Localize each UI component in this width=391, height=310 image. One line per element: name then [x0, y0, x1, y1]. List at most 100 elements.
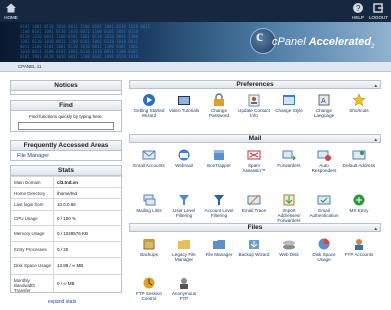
contact-icon	[248, 94, 260, 107]
mail-header[interactable]: Mail ▴	[129, 134, 381, 143]
stat-key: Home Directory	[14, 191, 46, 196]
help-icon[interactable]: ?	[352, 2, 364, 14]
backup-wizard-button[interactable]: Backup Wizard	[237, 237, 271, 257]
change-language-button[interactable]: A Change Language	[307, 93, 341, 118]
notices-panel: Notices	[10, 80, 122, 95]
find-input[interactable]	[18, 122, 114, 130]
svg-text:?: ?	[356, 4, 361, 13]
stat-value: 0 / ∞ MB	[57, 281, 75, 286]
item-label: Forwarders	[277, 163, 301, 168]
logout-icon[interactable]	[372, 2, 384, 14]
anonymous-ftp-icon	[180, 278, 188, 289]
email-trace-button[interactable]: Email Trace	[237, 193, 271, 213]
style-icon	[283, 95, 295, 105]
stat-key: CPU Usage	[14, 216, 38, 221]
web-disk-button[interactable]: Web Disk	[272, 237, 306, 257]
collapse-icon[interactable]: ▴	[374, 136, 377, 144]
ftp-session-control-button[interactable]: FTP Session Control	[132, 276, 166, 301]
logo-accent: Accelerated	[308, 36, 372, 48]
stat-value: 13.89 / ∞ MB	[57, 263, 84, 268]
logo-sub: 2	[371, 44, 375, 51]
logout-link[interactable]: LOGOUT	[366, 15, 391, 20]
frequent-panel: Frequently Accessed Areas File Manager	[10, 140, 122, 161]
home-link[interactable]: HOME	[1, 15, 21, 20]
backups-button[interactable]: Backups	[132, 237, 166, 257]
getting-started-wizard-button[interactable]: Getting Started Wizard	[132, 93, 166, 118]
find-panel: Find Find functions quickly by typing he…	[10, 100, 122, 132]
forwarders-icon	[282, 150, 296, 161]
logo-wordmark: cPanel Accelerated2	[272, 36, 374, 50]
item-label: Mailing Lists	[136, 208, 162, 213]
stat-value: 10.0.0.66	[57, 202, 76, 207]
item-label: Backup Wizard	[238, 252, 270, 257]
header-banner: 0101 1001 0110 1010 0011 1100 0101 1001 …	[0, 22, 391, 62]
item-label: Update Contact Info	[238, 108, 270, 119]
import-addresses-button[interactable]: Import Addresses/ Forwarders	[272, 193, 306, 224]
stat-row: CPU Usage 0 / 100 %	[11, 210, 123, 225]
preferences-title: Preferences	[236, 81, 274, 88]
collapse-icon[interactable]: ▴	[374, 225, 377, 233]
item-label: Shortcuts	[349, 108, 369, 113]
item-label: FTP Session Control	[135, 291, 163, 302]
item-label: User Level Filtering	[173, 208, 195, 219]
change-password-button[interactable]: Change Password	[202, 93, 236, 118]
item-label: Default Address	[342, 163, 376, 168]
email-accounts-button[interactable]: Email Accounts	[132, 148, 166, 168]
shortcuts-icon	[352, 93, 366, 107]
mailing-lists-button[interactable]: Mailing Lists	[132, 193, 166, 213]
item-label: Email Trace	[241, 208, 267, 213]
anonymous-ftp-button[interactable]: Anonymous FTP	[167, 276, 201, 301]
item-label: Auto Responders	[311, 163, 337, 174]
item-label: Webmail	[175, 163, 193, 168]
spam-assassin-icon	[247, 150, 261, 160]
wizard-icon	[143, 94, 155, 106]
item-label: Account Level Filtering	[204, 208, 234, 219]
update-contact-info-button[interactable]: Update Contact Info	[237, 93, 271, 118]
theme-label: CPANEL 11	[18, 64, 42, 69]
stat-value: /home/tnd	[57, 191, 78, 196]
email-authentication-button[interactable]: Email Authentication	[307, 193, 341, 218]
account-level-filtering-button[interactable]: Account Level Filtering	[202, 193, 236, 218]
legacy-file-manager-button[interactable]: Legacy File Manager	[167, 237, 201, 262]
item-label: Backups	[140, 252, 158, 257]
user-level-filtering-button[interactable]: User Level Filtering	[167, 193, 201, 218]
mx-entry-button[interactable]: MX Entry	[342, 193, 376, 213]
change-style-button[interactable]: Change Style	[272, 93, 306, 113]
help-link[interactable]: HELP	[348, 15, 368, 20]
disk-usage-icon	[318, 238, 330, 250]
stat-row: Monthly Bandwidth Transfer 0 / ∞ MB	[11, 274, 123, 293]
files-header[interactable]: Files ▴	[129, 223, 381, 232]
disk-space-usage-button[interactable]: Disk Space Usage	[307, 237, 341, 262]
expand-stats-link[interactable]: expand stats	[48, 299, 76, 305]
item-label: BoxTrapper	[207, 163, 231, 168]
user-filter-icon	[179, 195, 189, 205]
stat-row: Home Directory /home/tnd	[11, 187, 123, 198]
video-tutorials-button[interactable]: Video Tutorials	[167, 93, 201, 113]
boxtrapper-button[interactable]: BoxTrapper	[202, 148, 236, 168]
stat-key: Disk Space Usage	[14, 263, 52, 268]
auto-responders-button[interactable]: Auto Responders	[307, 148, 341, 173]
shortcuts-button[interactable]: Shortcuts	[342, 93, 376, 113]
collapse-icon[interactable]: ▴	[374, 82, 377, 90]
ftp-accounts-button[interactable]: FTP Accounts	[342, 237, 376, 257]
stat-row: Last login from 10.0.0.66	[11, 198, 123, 210]
item-label: Web Disk	[279, 252, 299, 257]
stat-value: 0 / 100 %	[57, 216, 77, 221]
frequent-title: Frequently Accessed Areas	[11, 141, 121, 151]
svg-text:A: A	[321, 98, 326, 105]
spam-assassin-button[interactable]: Spam Assassin™	[237, 148, 271, 173]
stat-value: cl3.tnd.vn	[57, 180, 79, 185]
frequent-file-manager-link[interactable]: File Manager	[17, 153, 49, 159]
webmail-button[interactable]: Webmail	[167, 148, 201, 168]
preferences-header[interactable]: Preferences ▴	[129, 80, 381, 89]
default-address-button[interactable]: Default Address	[342, 148, 376, 168]
top-navbar: HOME ? HELP LOGOUT	[0, 0, 391, 22]
home-icon[interactable]	[5, 2, 17, 14]
item-label: Anonymous FTP	[171, 291, 197, 302]
web-disk-icon	[283, 240, 295, 250]
forwarders-button[interactable]: Forwarders	[272, 148, 306, 168]
default-address-icon	[352, 150, 366, 160]
item-label: Change Style	[275, 108, 303, 113]
notices-title: Notices	[11, 81, 121, 91]
file-manager-button[interactable]: File Manager	[202, 237, 236, 257]
